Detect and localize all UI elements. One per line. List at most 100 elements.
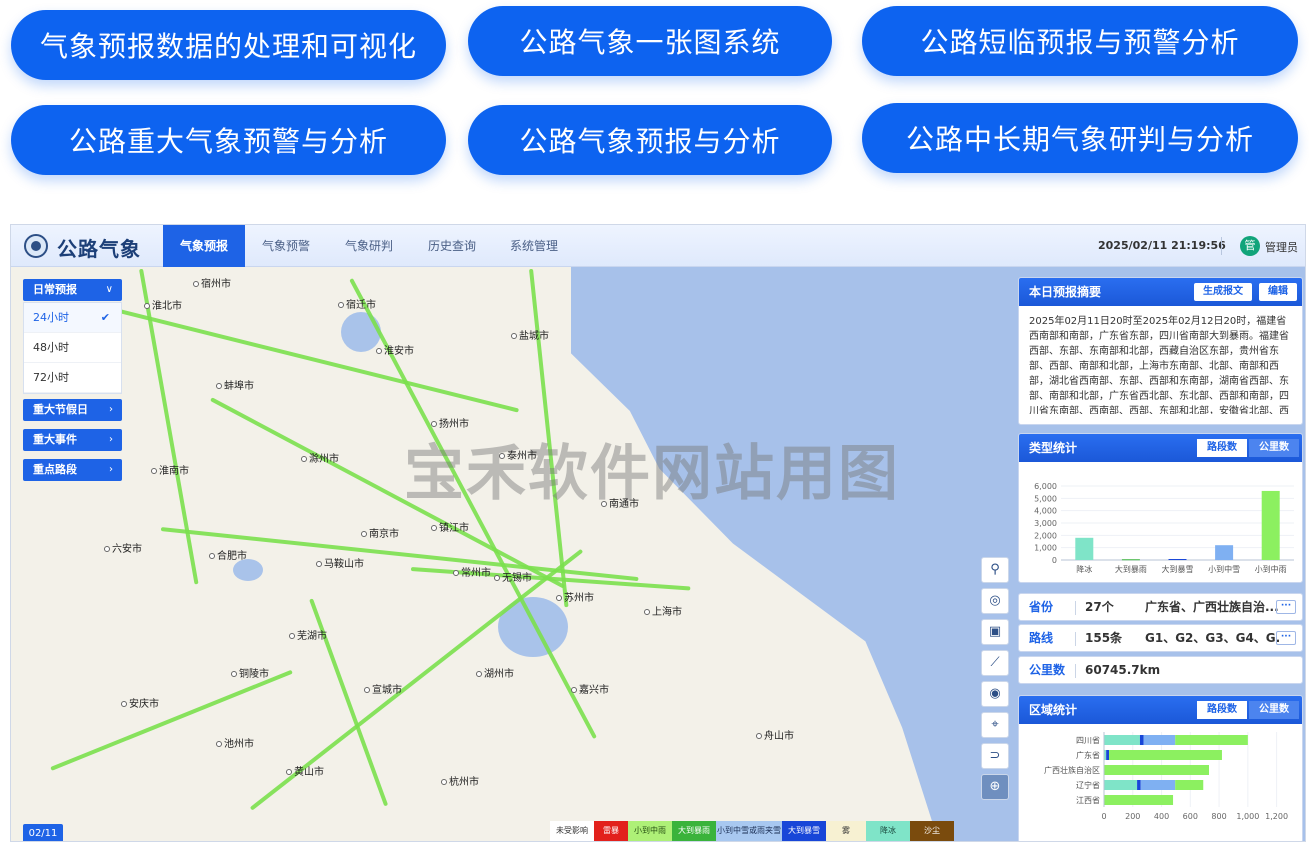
submenu-item-72h[interactable]: 72小时: [24, 363, 121, 393]
region-stats-panel: 区域统计 路段数 公里数 0 200 400 600 800 1,000 1,200 四川省广…: [1018, 695, 1303, 841]
globe-icon[interactable]: ⊕: [981, 774, 1009, 800]
bar-segment: [1109, 750, 1222, 760]
feature-pill-nowcast: 公路短临预报与预警分析: [862, 6, 1298, 76]
timeline-date[interactable]: 02/11: [23, 824, 63, 841]
city-label: 滁州市: [301, 450, 339, 465]
menu-daily-forecast[interactable]: 日常预报 ∨: [23, 279, 122, 301]
fullscreen-icon[interactable]: ▣: [981, 619, 1009, 645]
x-tick-label: 1,200: [1265, 812, 1288, 821]
route-more-button[interactable]: ···: [1276, 631, 1296, 645]
city-label: 上海市: [644, 603, 682, 618]
edit-button[interactable]: 编辑: [1259, 283, 1297, 301]
x-tick-label: 1,000: [1236, 812, 1259, 821]
header-divider: [1221, 237, 1222, 255]
pin-icon[interactable]: ⚲: [981, 557, 1009, 583]
menu-event-label: 重大事件: [33, 433, 77, 446]
menu-event[interactable]: 重大事件 ›: [23, 429, 122, 451]
nav-tab-history[interactable]: 历史查询: [419, 225, 485, 267]
generate-report-button[interactable]: 生成报文: [1194, 283, 1252, 301]
feature-pill-major-warning: 公路重大气象预警与分析: [11, 105, 446, 175]
y-tick-label: 2,000: [1034, 531, 1057, 540]
chevron-right-icon: ›: [109, 464, 113, 475]
city-label: 宿州市: [193, 275, 231, 290]
route-label: 路线: [1029, 631, 1054, 645]
type-stats-panel: 类型统计 路段数 公里数 0 1,000 2,000 3,000 4,000 5,000 6…: [1018, 433, 1303, 583]
bar: [1075, 537, 1094, 560]
feature-pill-data-processing: 气象预报数据的处理和可视化: [11, 10, 446, 80]
route-row: 路线 155条 G1、G2、G3、G4、G... ···: [1018, 624, 1303, 652]
type-stats-tab-km[interactable]: 公里数: [1249, 439, 1299, 457]
x-tick-label: 大到暴雨: [1115, 564, 1147, 574]
summary-header: 本日预报摘要 生成报文 编辑: [1019, 278, 1302, 306]
submenu-item-24h[interactable]: 24小时 ✔: [24, 303, 121, 333]
summary-text: 2025年02月11日20时至2025年02月12日20时，福建省西南部和南部，…: [1029, 316, 1289, 414]
lasso-icon[interactable]: ⊃: [981, 743, 1009, 769]
x-tick-label: 0: [1101, 812, 1106, 821]
bar-segment: [1175, 735, 1248, 745]
city-label: 池州市: [216, 735, 254, 750]
bar-segment: [1104, 780, 1138, 790]
menu-key-road[interactable]: 重点路段 ›: [23, 459, 122, 481]
user-name[interactable]: 管理员: [1265, 239, 1298, 255]
city-label: 泰州市: [499, 447, 537, 462]
location-marker-icon[interactable]: ◉: [981, 681, 1009, 707]
city-label: 杭州市: [441, 773, 479, 788]
type-stats-title: 类型统计: [1029, 441, 1078, 455]
nav-tab-warning[interactable]: 气象预警: [253, 225, 319, 267]
bar-segment: [1137, 780, 1141, 790]
bar-segment: [1139, 735, 1144, 745]
city-label: 马鞍山市: [316, 555, 364, 570]
y-tick-label: 江西省: [1076, 795, 1100, 805]
map-canvas[interactable]: 宝禾软件网站用图 宿州市 淮北市 宿迁市 盐城市 淮安市 蚌埠市 扬州市 泰州市 滁州市 淮南市南…: [11, 267, 1305, 841]
y-tick-label: 4,000: [1034, 507, 1057, 516]
type-stats-tab-segments[interactable]: 路段数: [1197, 439, 1247, 457]
y-tick-label: 广东省: [1076, 750, 1100, 760]
nav-tab-system[interactable]: 系统管理: [501, 225, 567, 267]
region-stats-tab-segments[interactable]: 路段数: [1197, 701, 1247, 719]
legend-item: 大到暴雪: [782, 821, 826, 841]
region-stats-chart: 0 200 400 600 800 1,000 1,200 四川省广东省广西壮族自治区辽宁省江…: [1044, 732, 1288, 821]
nav-tab-analysis[interactable]: 气象研判: [336, 225, 402, 267]
province-label: 省份: [1029, 600, 1054, 614]
check-icon: ✔: [100, 311, 110, 324]
locate-icon[interactable]: ◎: [981, 588, 1009, 614]
route-list: G1、G2、G3、G4、G...: [1145, 631, 1280, 645]
summary-panel: 本日预报摘要 生成报文 编辑 2025年02月11日20时至2025年02月12…: [1018, 277, 1303, 425]
nav-tab-forecast[interactable]: 气象预报: [163, 225, 245, 267]
feature-pill-one-map: 公路气象一张图系统: [468, 6, 832, 76]
city-label: 湖州市: [476, 665, 514, 680]
crosshair-icon[interactable]: ⌖: [981, 712, 1009, 738]
legend-item: 大到暴雨: [672, 821, 716, 841]
x-tick-label: 600: [1183, 812, 1198, 821]
legend-item: 小到中雪或雨夹雪: [716, 821, 782, 841]
lake-hongze: [341, 312, 381, 352]
legend-item: 小到中雨: [628, 821, 672, 841]
submenu-item-24h-label: 24小时: [33, 311, 69, 324]
city-label: 蚌埠市: [216, 377, 254, 392]
ruler-icon[interactable]: ⟋: [981, 650, 1009, 676]
user-avatar[interactable]: 管: [1240, 236, 1260, 256]
logo-icon: [24, 234, 48, 258]
menu-holiday[interactable]: 重大节假日 ›: [23, 399, 122, 421]
summary-title: 本日预报摘要: [1029, 285, 1102, 299]
x-tick-label: 200: [1125, 812, 1140, 821]
app-window: 公路气象 气象预报 气象预警 气象研判 历史查询 系统管理 2025/02/11…: [10, 224, 1306, 842]
city-label: 宿迁市: [338, 296, 376, 311]
bar: [1215, 545, 1234, 560]
legend-item: 降冰: [866, 821, 910, 841]
bar-segment: [1143, 735, 1176, 745]
region-stats-tab-km[interactable]: 公里数: [1249, 701, 1299, 719]
row-divider: [1075, 664, 1076, 678]
bar-segment: [1140, 780, 1176, 790]
city-label: 无锡市: [494, 569, 532, 584]
legend-item: 沙尘: [910, 821, 954, 841]
bar-segment: [1104, 795, 1174, 805]
chevron-down-icon: ∨: [105, 284, 113, 295]
feature-pill-long-term: 公路中长期气象研判与分析: [862, 103, 1298, 173]
submenu-item-48h[interactable]: 48小时: [24, 333, 121, 363]
city-label: 淮北市: [144, 297, 182, 312]
province-more-button[interactable]: ···: [1276, 600, 1296, 614]
bar: [1261, 490, 1280, 560]
city-label: 六安市: [104, 540, 142, 555]
x-tick-label: 小到中雪: [1208, 564, 1240, 574]
